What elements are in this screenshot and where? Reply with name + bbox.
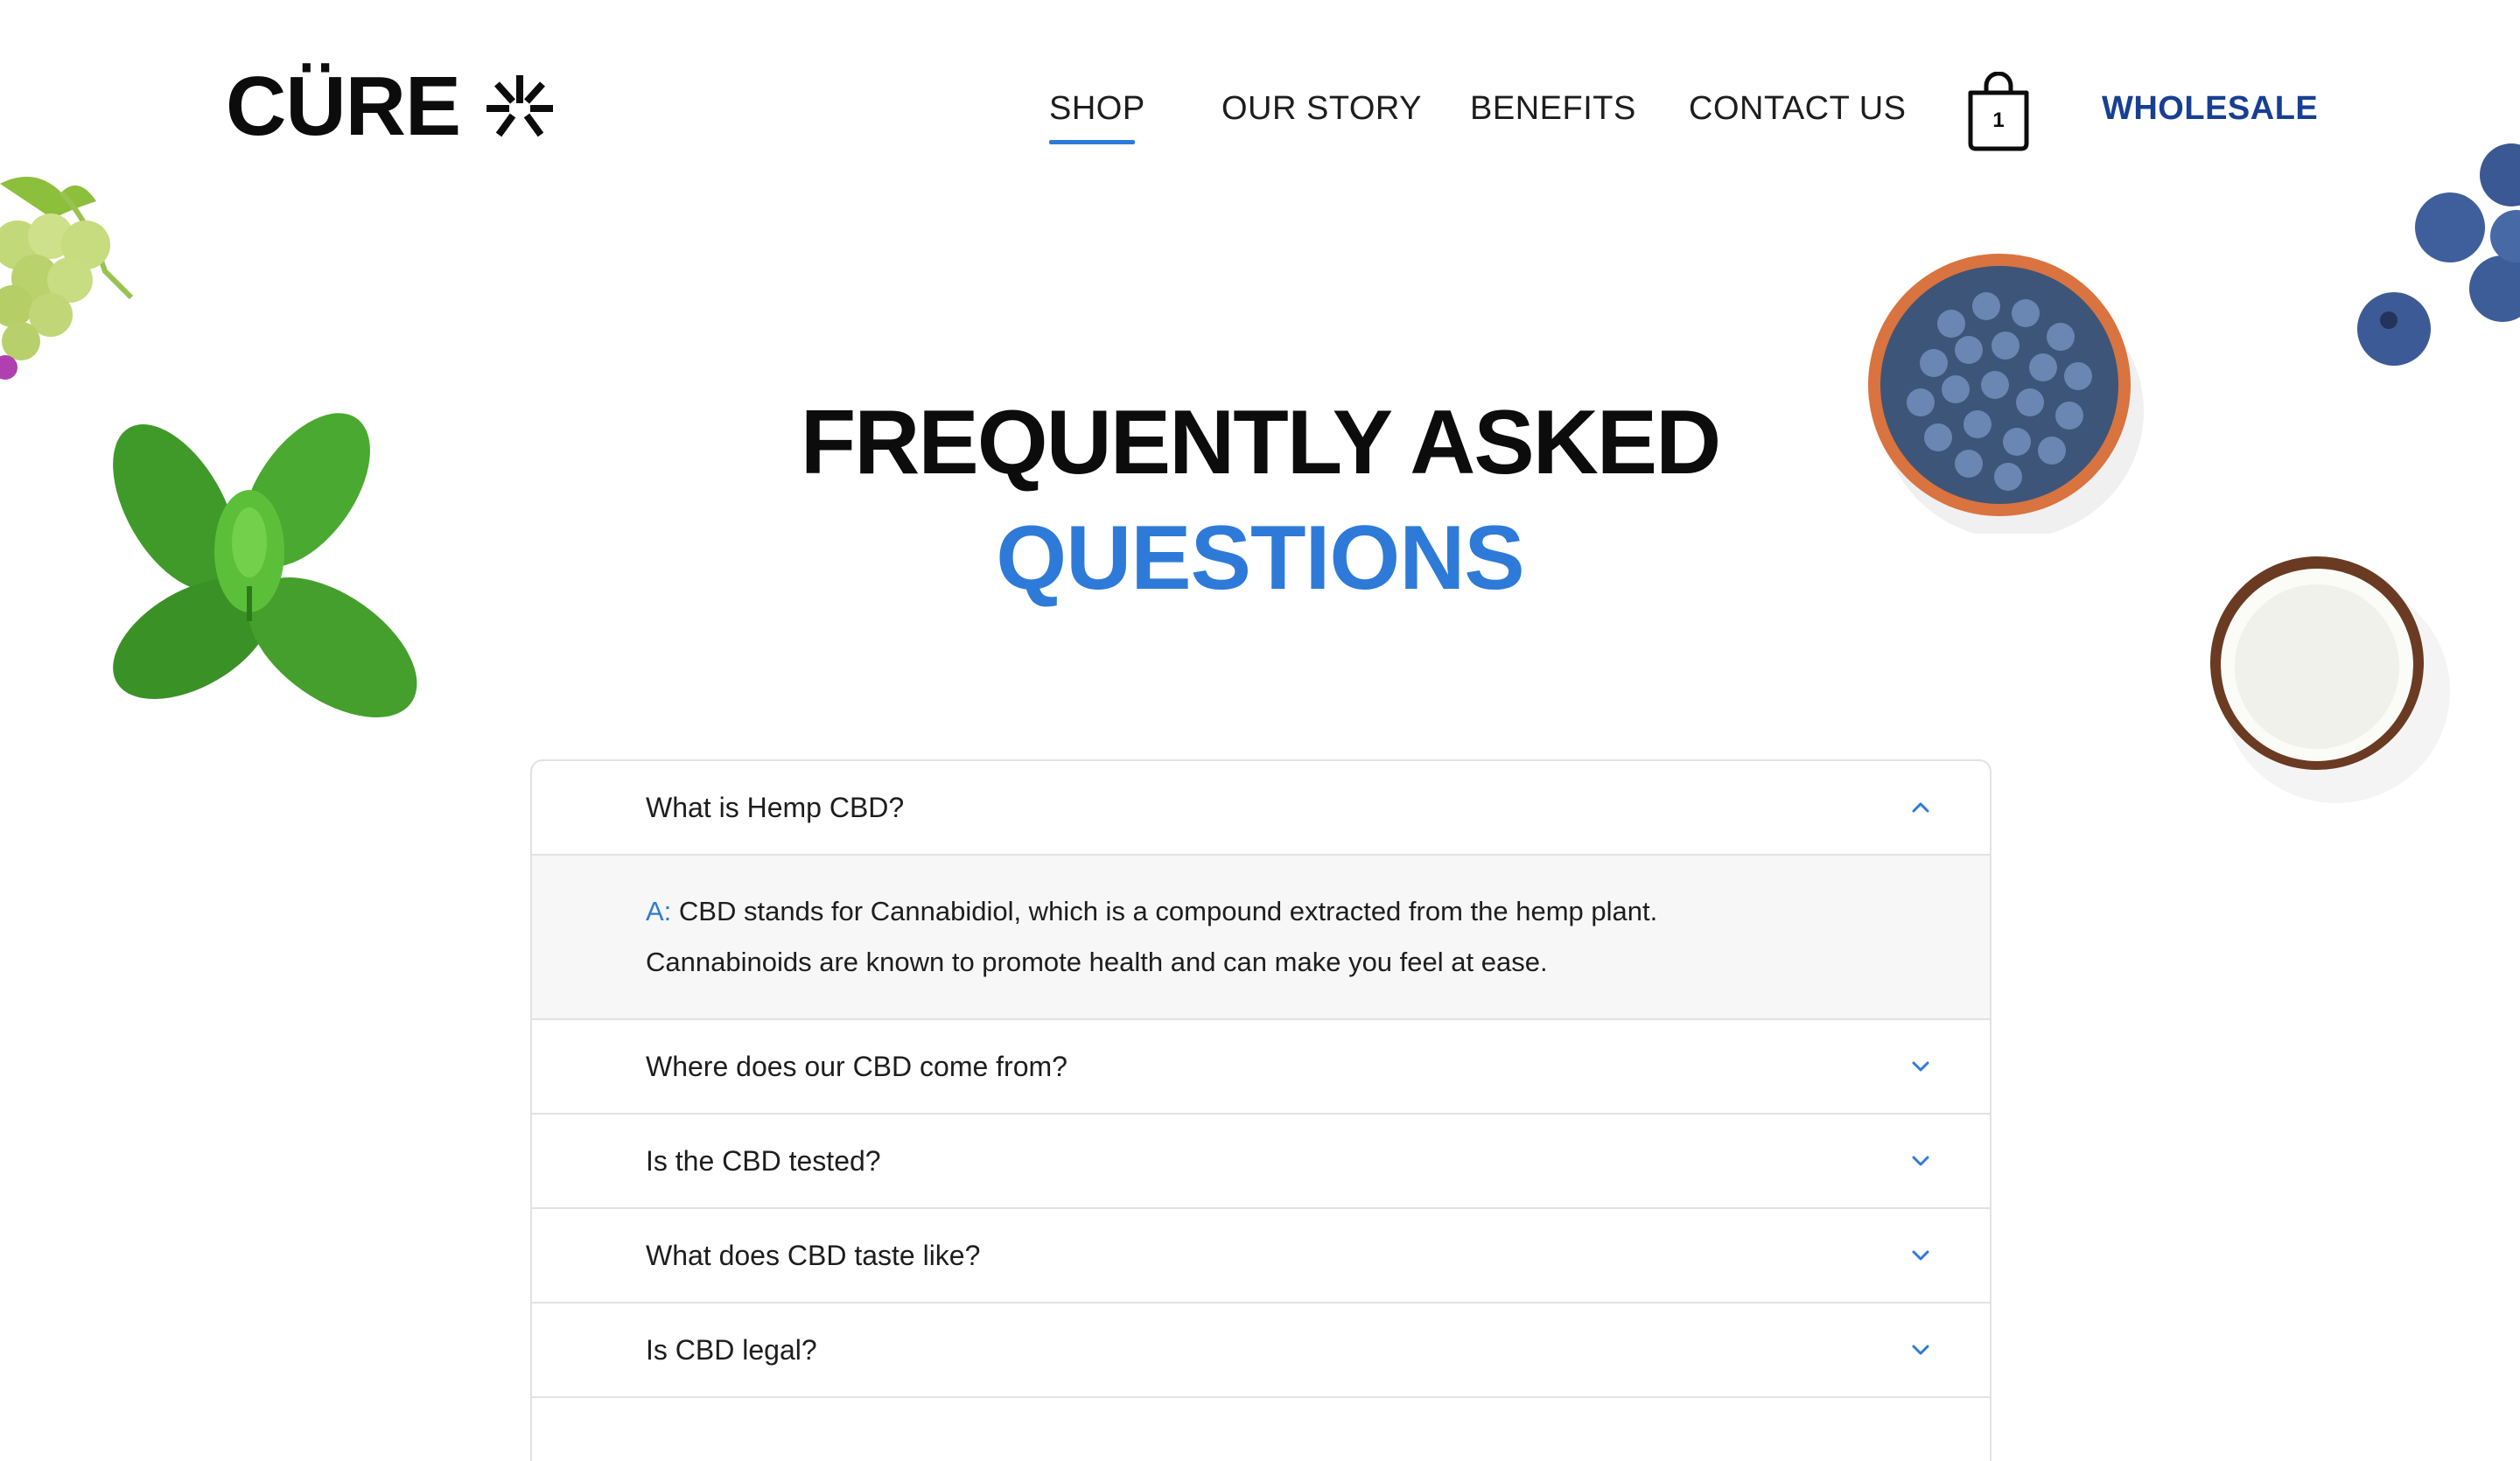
faq-item-cbd-tested[interactable]: Is the CBD tested? (532, 1115, 1990, 1209)
faq-item-cbd-legal[interactable]: Is CBD legal? (532, 1304, 1990, 1398)
grapes-image (0, 177, 134, 380)
nav-our-story[interactable]: OUR STORY (1222, 87, 1422, 129)
faq-item-hemp-cbd[interactable]: What is Hemp CBD? (532, 761, 1990, 856)
nav-benefits[interactable]: BENEFITS (1470, 87, 1636, 129)
faq-question: Is CBD legal? (646, 1334, 817, 1366)
nav-contact-us[interactable]: CONTACT US (1689, 87, 1907, 129)
faq-accordion: What is Hemp CBD? A: CBD stands for Cann… (530, 759, 1992, 1461)
blueberries-image (2357, 143, 2520, 366)
nav-wholesale[interactable]: WHOLESALE (2102, 87, 2318, 129)
chevron-down-icon[interactable] (1909, 1244, 1932, 1267)
cannabis-leaf-icon (486, 75, 554, 137)
faq-item-cbd-taste[interactable]: What does CBD taste like? (532, 1209, 1990, 1304)
faq-answer-line-1: A: CBD stands for Cannabidiol, which is … (646, 894, 1657, 929)
chevron-down-icon[interactable] (1909, 1055, 1932, 1078)
mint-leaves-image (113, 413, 417, 717)
active-nav-indicator (1049, 140, 1135, 144)
brand-logo[interactable]: CÜRE (226, 63, 560, 150)
faq-question: Where does our CBD come from? (646, 1051, 1068, 1082)
chevron-down-icon[interactable] (1909, 1150, 1932, 1172)
coconut-image (2210, 556, 2450, 803)
answer-prefix: A: (646, 896, 672, 926)
cart-button[interactable]: 1 (1965, 71, 2032, 152)
faq-answer: A: CBD stands for Cannabidiol, which is … (532, 856, 1990, 1020)
blueberry-bowl-image (1868, 254, 2144, 534)
nav-shop[interactable]: SHOP (1049, 87, 1145, 129)
cart-count-badge: 1 (1992, 108, 2005, 132)
faq-question: Is the CBD tested? (646, 1145, 881, 1177)
faq-item-cbd-origin[interactable]: Where does our CBD come from? (532, 1020, 1990, 1115)
faq-answer-line-2: Cannabinoids are known to promote health… (646, 947, 1548, 977)
faq-question: What does CBD taste like? (646, 1240, 981, 1271)
answer-text-1: CBD stands for Cannabidiol, which is a c… (678, 896, 1658, 926)
faq-question: What is Hemp CBD? (646, 792, 905, 823)
chevron-up-icon[interactable] (1909, 796, 1932, 819)
brand-name: CÜRE (226, 59, 461, 153)
chevron-down-icon[interactable] (1909, 1339, 1932, 1361)
